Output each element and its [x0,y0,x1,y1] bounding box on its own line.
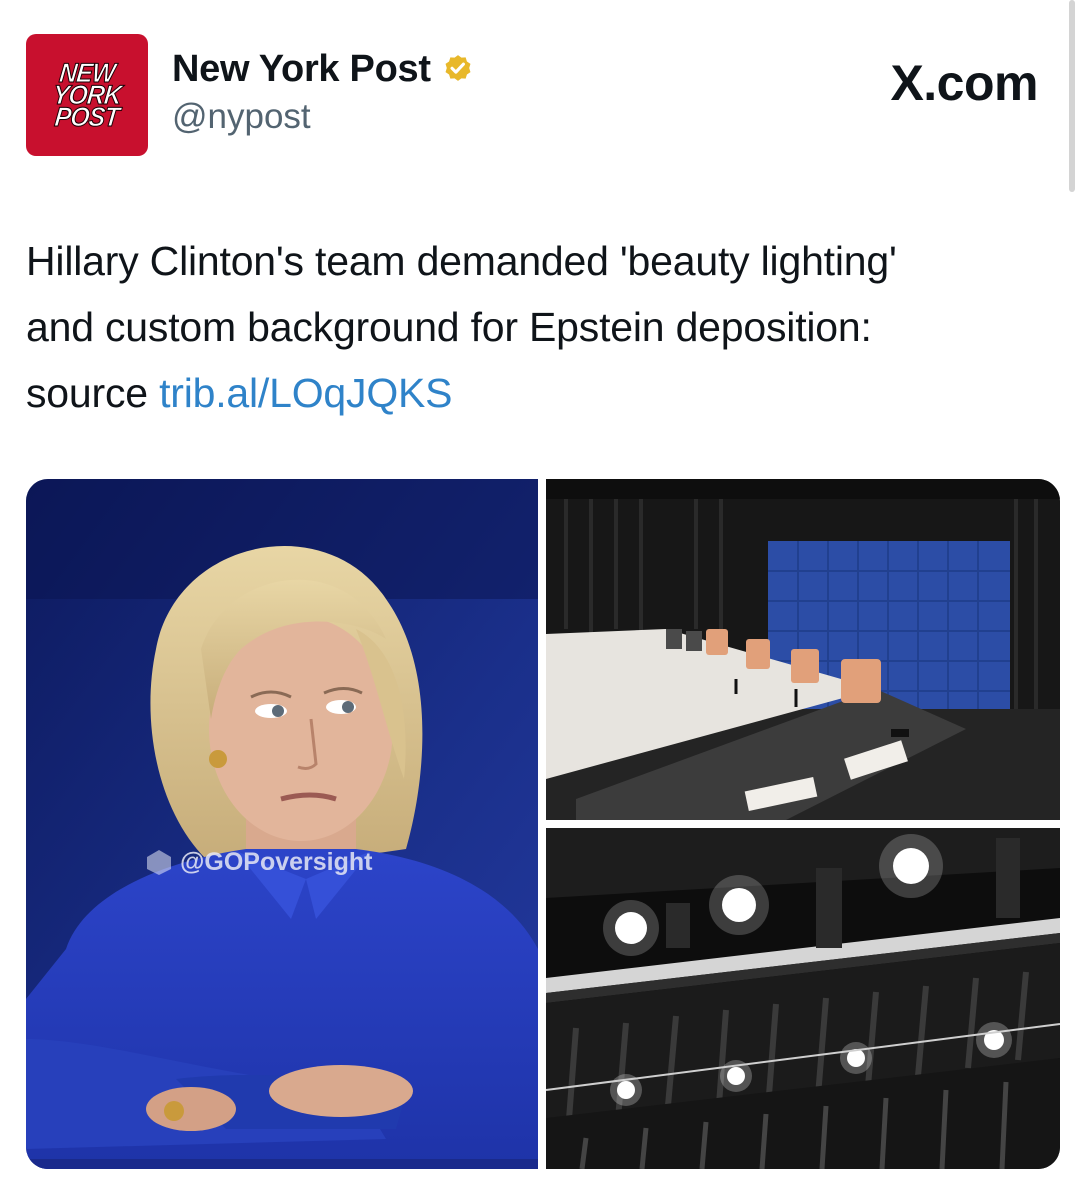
site-label: X.com [890,55,1038,111]
account-avatar[interactable]: NEW YORK POST [26,34,148,156]
media-grid: @GOPoversight [26,479,1060,1169]
post-link[interactable]: trib.al/LOqJQKS [159,370,452,416]
post-text: Hillary Clinton's team demanded 'beauty … [26,228,1060,426]
photo-deposition-room[interactable] [546,479,1060,820]
verified-badge-icon [445,54,471,81]
watermark-logo-icon [147,850,171,875]
post-text-line-1: Hillary Clinton's team demanded 'beauty … [26,238,897,284]
post-text-line-2: and custom background for Epstein deposi… [26,304,872,350]
logo-line-3: POST [53,102,121,133]
account-info: New York Post @nypost [172,48,475,137]
account-name[interactable]: New York Post [172,48,431,91]
account-handle[interactable]: @nypost [172,97,475,137]
photo-stage-lighting[interactable] [546,828,1060,1169]
scrollbar[interactable] [1069,0,1075,192]
watermark-text: @GOPoversight [180,847,373,876]
post-text-source: source [26,370,148,416]
photo-portrait[interactable]: @GOPoversight [26,479,538,1169]
post-text-line-3: source trib.al/LOqJQKS [26,360,1060,426]
post-header: NEW YORK POST New York Post @nypost X.co… [26,34,1060,158]
watermark: @GOPoversight [144,847,372,877]
